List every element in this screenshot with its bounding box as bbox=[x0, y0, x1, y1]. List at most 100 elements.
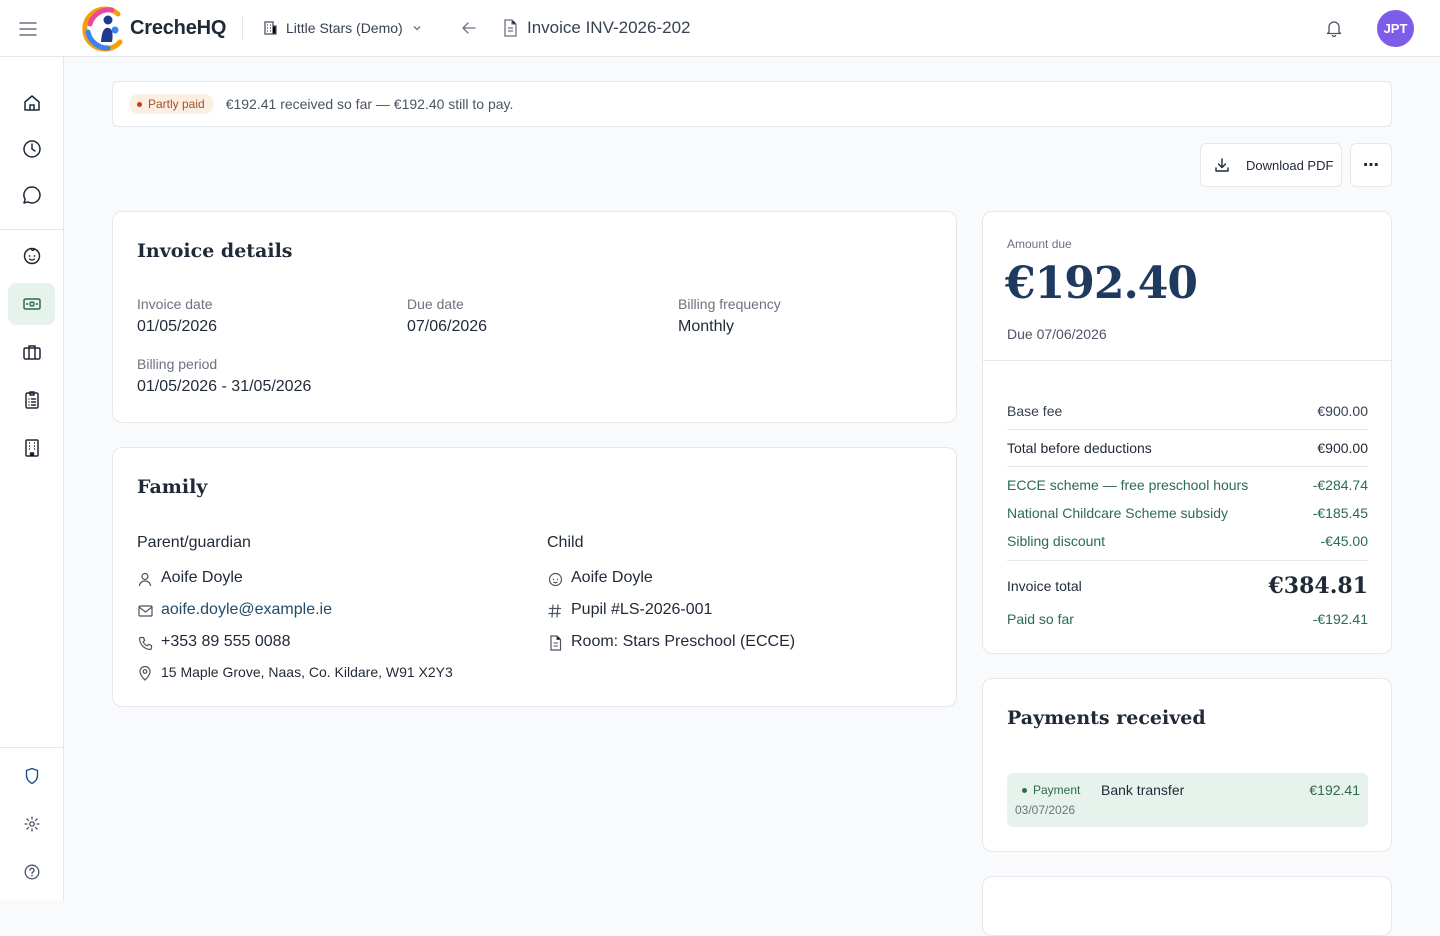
sidebar-item-children[interactable] bbox=[8, 235, 55, 277]
parent-address: 15 Maple Grove, Naas, Co. Kildare, W91 X… bbox=[161, 664, 453, 680]
chat-icon bbox=[22, 186, 41, 204]
sidebar-item-messages[interactable] bbox=[8, 174, 55, 216]
child-pupil-id: Pupil #LS-2026-001 bbox=[571, 601, 713, 618]
status-dot bbox=[137, 101, 142, 107]
sidebar-item-attendance[interactable] bbox=[8, 128, 55, 170]
payment-method: Bank transfer bbox=[1101, 782, 1185, 798]
paid-so-far-row: Paid so far -€192.41 bbox=[1007, 611, 1368, 627]
building-icon bbox=[264, 21, 277, 35]
sidebar-item-home[interactable] bbox=[8, 82, 55, 124]
back-arrow-icon[interactable] bbox=[459, 18, 479, 38]
clipboard-icon bbox=[24, 391, 39, 409]
base-fee-label: Base fee bbox=[1007, 403, 1063, 419]
divider bbox=[1007, 466, 1368, 467]
home-icon bbox=[23, 95, 40, 111]
status-badge-label: Partly paid bbox=[148, 97, 205, 111]
building-icon bbox=[24, 439, 39, 457]
sidebar bbox=[0, 57, 64, 900]
divider bbox=[1007, 560, 1368, 561]
sibling-discount-value: -€45.00 bbox=[1320, 533, 1368, 549]
parent-email-link[interactable]: aoife.doyle@example.ie bbox=[161, 601, 332, 619]
chevron-down-icon bbox=[413, 26, 421, 31]
invoice-total-value: €384.81 bbox=[1268, 573, 1368, 599]
total-before-row: Total before deductions €900.00 bbox=[1007, 440, 1368, 456]
ecce-row: ECCE scheme — free preschool hours -€284… bbox=[1007, 477, 1368, 493]
download-pdf-button[interactable]: Download PDF bbox=[1200, 143, 1342, 187]
child-name: Aoife Doyle bbox=[571, 569, 653, 586]
invoice-date-label: Invoice date bbox=[137, 296, 213, 312]
base-fee-value: €900.00 bbox=[1317, 403, 1368, 419]
sidebar-divider bbox=[0, 747, 63, 748]
parent-heading: Parent/guardian bbox=[137, 534, 251, 551]
child-room: Room: Stars Preschool (ECCE) bbox=[571, 633, 796, 650]
parent-name: Aoife Doyle bbox=[161, 569, 243, 586]
paid-so-far-label: Paid so far bbox=[1007, 611, 1074, 627]
next-card bbox=[982, 876, 1392, 936]
due-date-text: Due 07/06/2026 bbox=[1007, 326, 1107, 342]
ncs-row: National Childcare Scheme subsidy -€185.… bbox=[1007, 505, 1368, 521]
location-pin-icon bbox=[137, 665, 153, 681]
amount-summary-card: Amount due €192.40 Due 07/06/2026 Base f… bbox=[982, 211, 1392, 654]
ecce-label: ECCE scheme — free preschool hours bbox=[1007, 477, 1249, 493]
family-card: Family Parent/guardian Aoife Doyle aoife… bbox=[112, 447, 957, 707]
more-actions-button[interactable]: ⋯ bbox=[1350, 143, 1392, 187]
gear-icon bbox=[23, 816, 40, 832]
payments-received-title: Payments received bbox=[1007, 707, 1206, 729]
parent-phone: +353 89 555 0088 bbox=[161, 633, 291, 650]
hash-icon bbox=[547, 603, 563, 619]
due-date-value: 07/06/2026 bbox=[407, 318, 488, 335]
total-before-label: Total before deductions bbox=[1007, 440, 1152, 456]
clock-icon bbox=[22, 140, 41, 158]
billing-frequency-label: Billing frequency bbox=[678, 296, 781, 312]
amount-due-label: Amount due bbox=[1007, 237, 1072, 251]
sidebar-divider bbox=[0, 229, 63, 230]
divider bbox=[983, 360, 1391, 361]
payment-date: 03/07/2026 bbox=[1015, 803, 1076, 817]
brand-name: CrecheHQ bbox=[130, 16, 227, 39]
phone-icon bbox=[137, 635, 153, 651]
payment-status-banner: Partly paid €192.41 received so far — €1… bbox=[112, 81, 1392, 127]
ecce-value: -€284.74 bbox=[1312, 477, 1368, 493]
payments-received-card: Payments received Payment Bank transfer … bbox=[982, 678, 1392, 852]
sidebar-item-reports[interactable] bbox=[8, 379, 55, 421]
divider bbox=[242, 16, 243, 40]
briefcase-icon bbox=[22, 345, 41, 360]
billing-period-label: Billing period bbox=[137, 356, 218, 372]
base-fee-row: Base fee €900.00 bbox=[1007, 403, 1368, 419]
help-icon bbox=[24, 864, 39, 880]
invoice-total-row: Invoice total €384.81 bbox=[1007, 573, 1368, 599]
billing-period-value: 01/05/2026 - 31/05/2026 bbox=[137, 378, 312, 395]
top-bar: CrecheHQ Little Stars (Demo) Invoice INV… bbox=[0, 0, 1440, 57]
payment-dot bbox=[1022, 787, 1027, 793]
baby-icon bbox=[547, 571, 563, 587]
org-name: Little Stars (Demo) bbox=[286, 20, 403, 36]
paid-so-far-value: -€192.41 bbox=[1312, 611, 1368, 627]
download-icon bbox=[1215, 158, 1229, 172]
billing-frequency-value: Monthly bbox=[678, 318, 735, 335]
payment-badge: Payment bbox=[1022, 783, 1080, 797]
invoice-details-card: Invoice details Invoice date 01/05/2026 … bbox=[112, 211, 957, 423]
due-date-label: Due date bbox=[407, 296, 464, 312]
shield-icon bbox=[25, 767, 38, 785]
invoice-total-label: Invoice total bbox=[1007, 578, 1082, 594]
more-icon: ⋯ bbox=[1363, 157, 1379, 174]
payment-row[interactable]: Payment Bank transfer €192.41 03/07/2026 bbox=[1007, 773, 1368, 827]
sidebar-item-settings[interactable] bbox=[8, 803, 55, 845]
hamburger-menu-icon[interactable] bbox=[17, 18, 38, 39]
invoice-details-title: Invoice details bbox=[137, 240, 293, 262]
ncs-value: -€185.45 bbox=[1312, 505, 1368, 521]
avatar[interactable]: JPT bbox=[1377, 10, 1414, 47]
brand-logo[interactable]: CrecheHQ bbox=[82, 4, 226, 52]
user-icon bbox=[137, 571, 153, 587]
sidebar-item-security[interactable] bbox=[8, 755, 55, 797]
sidebar-item-billing[interactable] bbox=[8, 283, 55, 325]
org-switcher[interactable]: Little Stars (Demo) bbox=[262, 17, 423, 39]
sidebar-item-staff[interactable] bbox=[8, 331, 55, 373]
divider bbox=[1007, 429, 1368, 430]
bell-icon[interactable] bbox=[1324, 18, 1344, 38]
sidebar-item-help[interactable] bbox=[8, 851, 55, 893]
download-pdf-label: Download PDF bbox=[1246, 157, 1334, 173]
sibling-discount-label: Sibling discount bbox=[1007, 533, 1106, 549]
sidebar-item-rooms[interactable] bbox=[8, 427, 55, 469]
mail-icon bbox=[137, 603, 153, 619]
